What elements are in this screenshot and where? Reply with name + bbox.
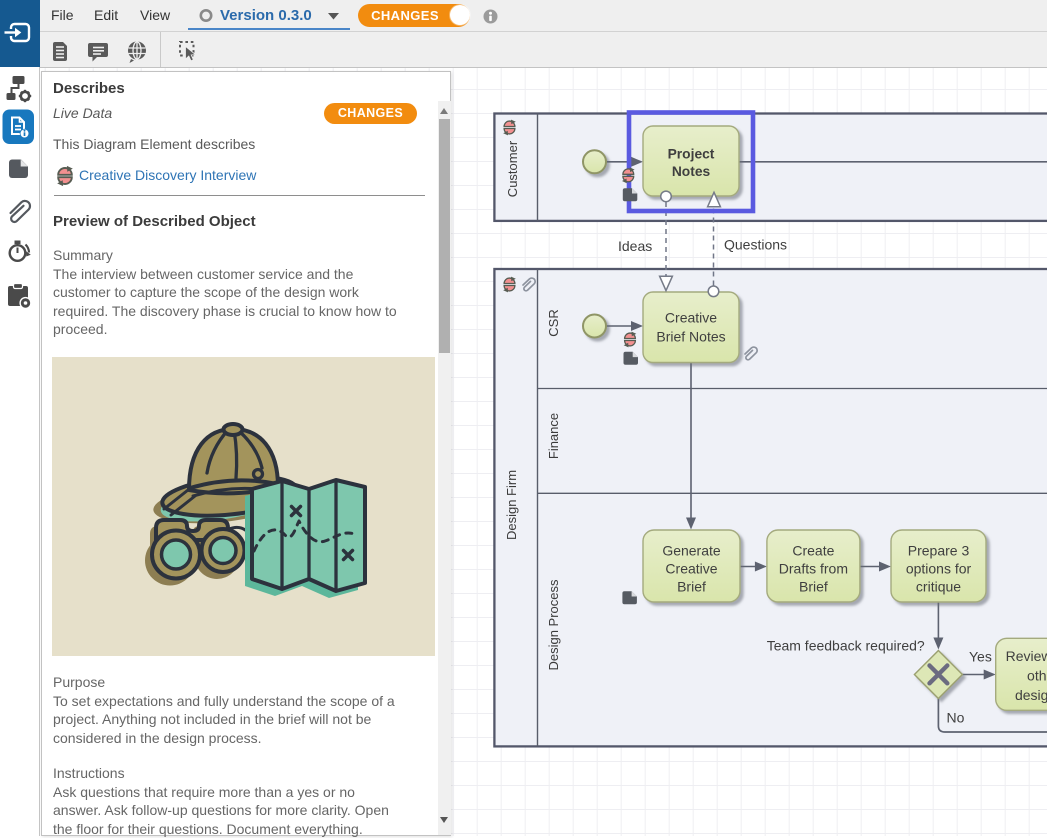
svg-text:Yes: Yes <box>969 649 992 665</box>
svg-text:Finance: Finance <box>546 413 561 459</box>
svg-text:Design Process: Design Process <box>546 579 561 671</box>
svg-text:CSR: CSR <box>546 309 561 336</box>
svg-text:Ideas: Ideas <box>618 238 652 254</box>
svg-text:Customer: Customer <box>505 140 520 197</box>
svg-text:Design Firm: Design Firm <box>504 470 519 540</box>
svg-text:Questions: Questions <box>724 237 787 253</box>
svg-text:Team feedback required?: Team feedback required? <box>767 638 925 654</box>
svg-text:No: No <box>947 710 965 726</box>
